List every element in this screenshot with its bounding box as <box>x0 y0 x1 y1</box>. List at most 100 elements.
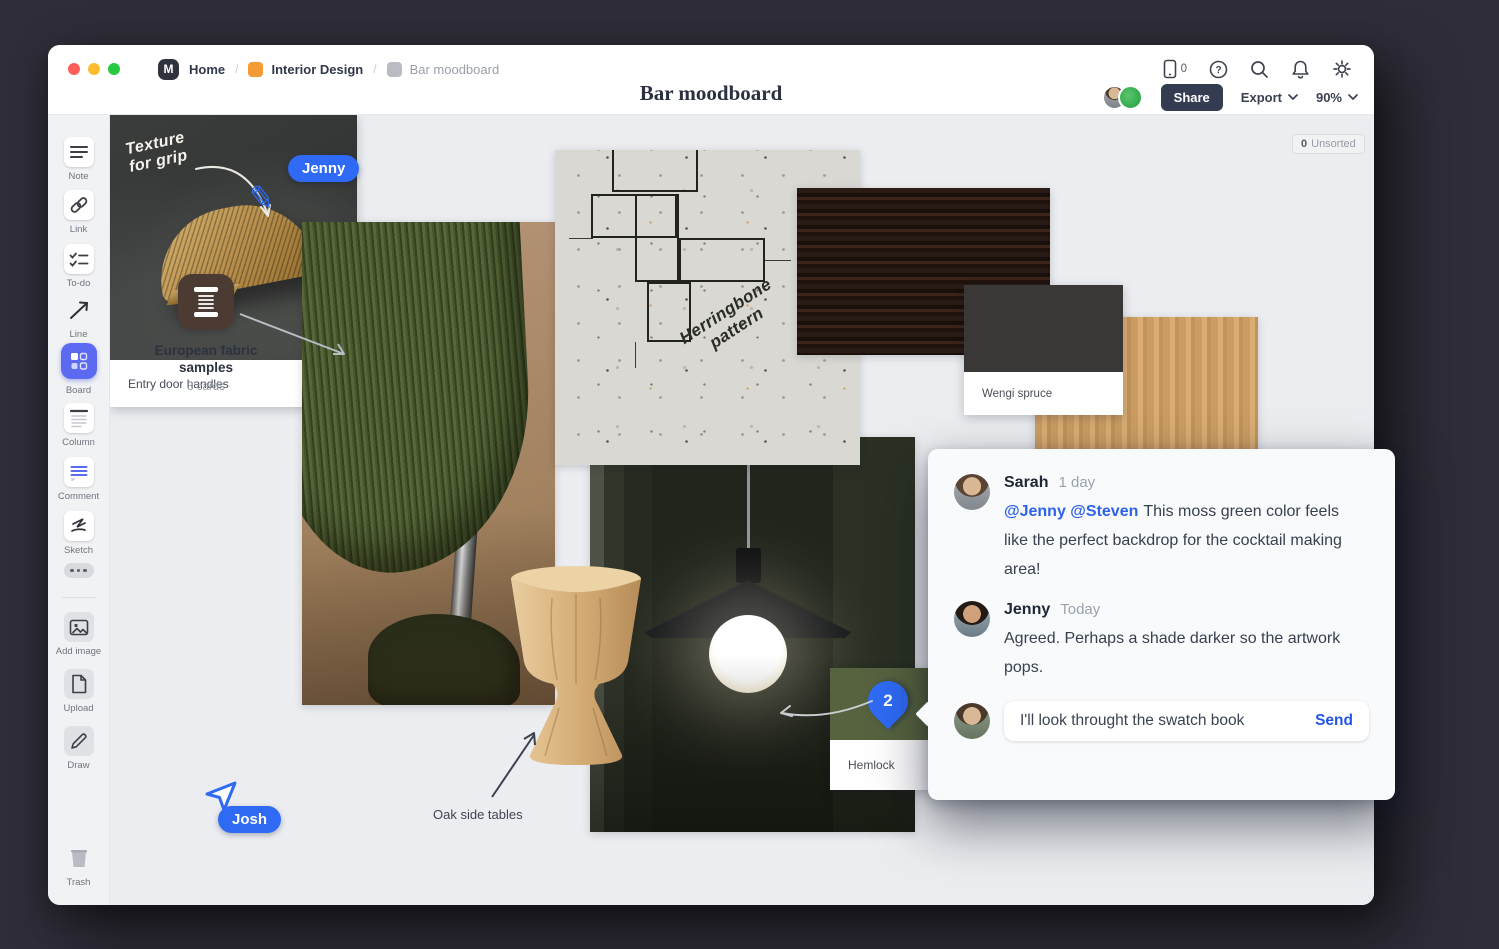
breadcrumb-project[interactable]: Interior Design <box>271 62 363 77</box>
minimize-window-button[interactable] <box>88 63 100 75</box>
comment-author: Jenny <box>1004 601 1050 619</box>
jenny-cursor-label: Jenny <box>288 155 359 182</box>
wengi-spruce-card[interactable]: Wengi spruce <box>964 285 1123 415</box>
tool-line-label: Line <box>48 329 109 340</box>
tool-line[interactable] <box>64 295 94 325</box>
search-button[interactable] <box>1250 60 1269 79</box>
comment-mentions[interactable]: @Jenny @Steven <box>1004 503 1138 520</box>
todo-icon <box>69 251 89 267</box>
avatar <box>1118 85 1143 110</box>
chevron-down-icon <box>1288 94 1298 100</box>
device-preview-button[interactable]: 0 <box>1163 59 1187 79</box>
comment-icon <box>69 463 89 481</box>
image-icon <box>69 619 89 636</box>
zoom-level: 90% <box>1316 90 1342 105</box>
search-icon <box>1250 60 1269 79</box>
pencil-icon <box>69 732 88 751</box>
app-window: M Home / Interior Design / Bar moodboard… <box>48 45 1374 905</box>
link-icon <box>69 195 89 215</box>
texture-grip-annotation: Texture for grip <box>124 129 190 177</box>
gear-icon <box>1332 59 1352 79</box>
fabric-board-subtitle: 3 cards <box>126 381 286 393</box>
phone-icon <box>1163 59 1177 79</box>
more-tools-button[interactable] <box>64 563 94 578</box>
trash-dropzone[interactable] <box>64 843 94 873</box>
tool-column[interactable] <box>64 403 94 433</box>
josh-cursor-icon <box>204 779 240 815</box>
sidebar-divider <box>62 597 96 598</box>
sketch-icon <box>69 517 89 535</box>
unsorted-badge[interactable]: 0Unsorted <box>1292 134 1365 154</box>
comment-compose-row: I'll look throught the swatch book Send <box>928 703 1395 741</box>
column-icon <box>70 408 88 428</box>
comment-author: Sarah <box>1004 474 1048 492</box>
titlebar: M Home / Interior Design / Bar moodboard… <box>48 45 1374 83</box>
tool-add-image-label: Add image <box>48 646 109 657</box>
tool-note[interactable] <box>64 137 94 167</box>
tool-comment[interactable] <box>64 457 94 487</box>
avatar-sarah <box>954 474 990 510</box>
send-button[interactable]: Send <box>1315 712 1353 730</box>
tool-upload-label: Upload <box>48 703 109 714</box>
collaborator-avatars[interactable] <box>1102 85 1143 110</box>
herringbone-sketch <box>612 150 698 192</box>
connector-arrow <box>238 312 354 362</box>
unsorted-count: 0 <box>1301 138 1307 150</box>
tool-board-label: Board <box>48 385 109 396</box>
file-icon <box>71 674 87 694</box>
breadcrumb-separator: / <box>235 62 238 76</box>
tool-todo-label: To-do <box>48 278 109 289</box>
oak-tables-arrow <box>484 723 546 803</box>
tool-upload[interactable] <box>64 669 94 699</box>
wengi-label: Wengi spruce <box>964 372 1123 415</box>
device-count: 0 <box>1181 63 1187 75</box>
comment-time: Today <box>1060 601 1100 618</box>
thread-spool-icon <box>191 285 221 319</box>
trash-label: Trash <box>48 877 109 888</box>
comment-text: Agreed. Perhaps a shade darker so the ar… <box>1004 624 1356 682</box>
breadcrumb-separator: / <box>373 62 376 76</box>
comment-input[interactable]: I'll look throught the swatch book Send <box>1004 701 1369 741</box>
zoom-menu[interactable]: 90% <box>1316 90 1358 105</box>
tool-sketch[interactable] <box>64 511 94 541</box>
trash-icon <box>67 846 91 870</box>
help-button[interactable]: ? <box>1209 60 1228 79</box>
share-button[interactable]: Share <box>1161 84 1223 111</box>
wengi-swatch <box>964 285 1123 372</box>
comment-thread-panel: Sarah 1 day @Jenny @StevenThis moss gree… <box>928 449 1395 800</box>
breadcrumb-current: Bar moodboard <box>410 62 500 77</box>
tool-todo[interactable] <box>64 244 94 274</box>
tool-board[interactable] <box>61 343 97 379</box>
question-icon: ? <box>1209 60 1228 79</box>
export-menu[interactable]: Export <box>1241 90 1298 105</box>
line-arrow-icon <box>67 298 91 322</box>
board-icon <box>69 351 89 371</box>
project-icon <box>248 62 263 77</box>
notifications-button[interactable] <box>1291 59 1310 79</box>
comment-time: 1 day <box>1058 474 1095 491</box>
avatar-steven <box>954 703 990 739</box>
tool-comment-label: Comment <box>48 491 109 502</box>
oak-tables-label[interactable]: Oak side tables <box>433 807 523 822</box>
zoom-window-button[interactable] <box>108 63 120 75</box>
pin-arrow <box>770 693 876 727</box>
breadcrumb-home[interactable]: Home <box>189 62 225 77</box>
comment-message: Sarah 1 day @Jenny @StevenThis moss gree… <box>928 449 1395 584</box>
tool-draw-label: Draw <box>48 760 109 771</box>
moodboard-canvas[interactable]: Herringbone pattern Wengi spruce Hemlock… <box>110 115 1374 905</box>
tool-column-label: Column <box>48 437 109 448</box>
chevron-down-icon <box>1348 94 1358 100</box>
tool-note-label: Note <box>48 171 109 182</box>
fabric-board-card[interactable] <box>178 274 234 330</box>
close-window-button[interactable] <box>68 63 80 75</box>
tool-draw[interactable] <box>64 726 94 756</box>
tool-link[interactable] <box>64 190 94 220</box>
bell-icon <box>1291 59 1310 79</box>
tool-link-label: Link <box>48 224 109 235</box>
tool-add-image[interactable] <box>64 612 94 642</box>
milanote-logo: M <box>158 59 179 80</box>
settings-button[interactable] <box>1332 59 1352 79</box>
svg-text:?: ? <box>1215 65 1221 76</box>
comment-input-value: I'll look throught the swatch book <box>1020 712 1303 730</box>
tool-sketch-label: Sketch <box>48 545 109 556</box>
